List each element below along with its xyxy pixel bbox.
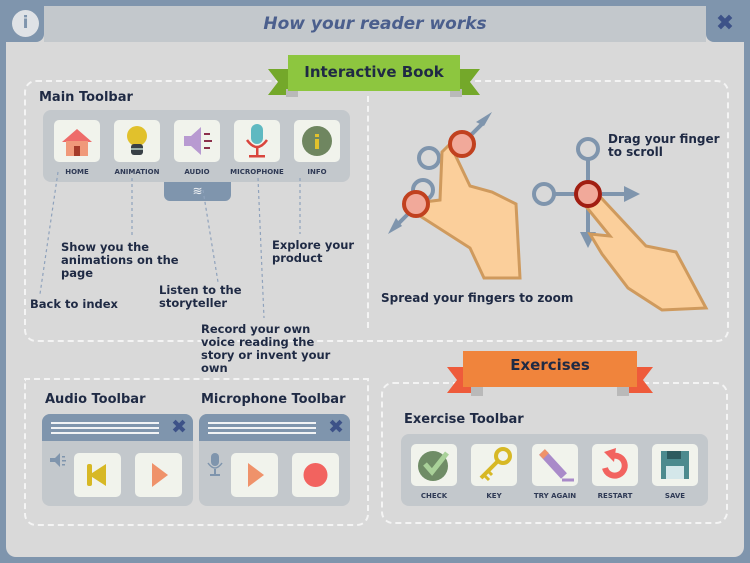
microphone-icon [207,453,223,476]
restart-icon [602,448,628,479]
exercise-toolbar-title: Exercise Toolbar [404,412,524,427]
rewind-button[interactable] [74,453,121,497]
microphone-toolbar-header[interactable]: ✖ [199,414,350,441]
check-tool[interactable] [411,444,457,486]
play-icon [152,463,168,487]
check-icon [418,451,449,481]
zoom-gesture-illustration [388,112,522,280]
close-icon[interactable]: ✖ [328,416,344,438]
microphone-toolbar: ✖ [199,414,350,506]
note-home: Back to index [30,297,118,311]
record-button[interactable] [292,453,339,497]
save-label: SAVE [664,492,686,500]
microphone-toolbar-title: Microphone Toolbar [201,392,346,407]
record-icon [303,463,328,487]
save-icon [661,451,689,479]
audio-toolbar-title: Audio Toolbar [45,392,146,407]
key-tool[interactable] [471,444,517,486]
play-button[interactable] [135,453,182,497]
play-icon [248,463,264,487]
note-microphone: Record your own voice reading the story … [201,322,331,375]
close-icon[interactable]: ✖ [171,416,187,438]
note-info: Explore your product [272,238,355,265]
audio-toolbar-header[interactable]: ✖ [42,414,193,441]
save-tool[interactable] [652,444,698,486]
scroll-gesture-text: Drag your finger to scroll [608,132,720,159]
try-again-tool[interactable] [532,444,578,486]
note-animation: Show you the animations on the page [61,240,179,280]
key-label: KEY [486,492,502,500]
audio-toolbar: ✖ [42,414,193,506]
note-audio: Listen to the storyteller [159,283,242,310]
key-icon [479,447,512,482]
restart-tool[interactable] [592,444,638,486]
exercises-title: Exercises [510,356,590,374]
play-button[interactable] [231,453,278,497]
rewind-icon [87,464,106,486]
pencil-icon [539,449,574,482]
volume-icon [50,453,66,467]
